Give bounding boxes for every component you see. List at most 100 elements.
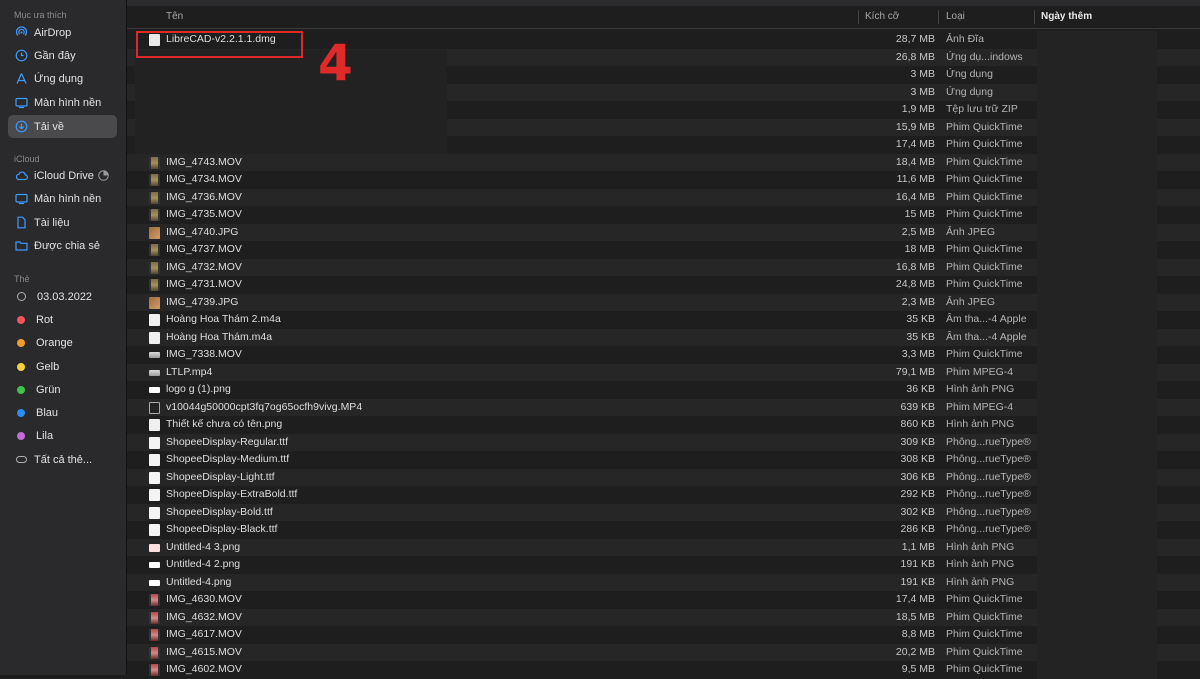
tag-item-03-03-2022[interactable]: 03.03.2022 — [8, 285, 117, 308]
file-size: 191 KB — [900, 558, 935, 570]
file-row[interactable]: ShopeeDisplay-Light.ttf 306 KB Phông...rue… — [127, 468, 1200, 486]
file-size: 17,4 MB — [895, 593, 935, 605]
tag-item-grun[interactable]: Grün — [8, 378, 117, 401]
file-row[interactable]: IMG_4632.MOV 18,5 MB Phim QuickTime — [127, 608, 1200, 626]
file-kind: Phim QuickTime — [946, 260, 1023, 273]
file-row[interactable]: IMG_4740.JPG 2,5 MB Ảnh JPEG — [127, 223, 1200, 241]
file-row[interactable]: ShopeeDisplay-Regular.ttf 309 KB Phông...r… — [127, 433, 1200, 451]
column-divider[interactable] — [938, 10, 939, 24]
file-video-icon — [149, 156, 160, 169]
sidebar-item-icloud-desktop[interactable]: Màn hình nền — [8, 187, 117, 210]
tag-item-all-tags[interactable]: Tất cả thẻ... — [8, 448, 117, 471]
file-size: 8,8 MB — [901, 628, 935, 640]
column-header-kind[interactable]: Loại — [946, 6, 965, 28]
airdrop-icon — [15, 26, 28, 39]
file-kind: Phim QuickTime — [946, 663, 1023, 675]
date-added-cell — [1037, 101, 1157, 119]
file-video2-icon — [149, 594, 160, 606]
tag-item-orange[interactable]: Orange — [8, 331, 117, 354]
tag-item-lila[interactable]: Lila — [8, 424, 117, 447]
file-size: 18,4 MB — [895, 155, 935, 168]
file-row[interactable]: IMG_4731.MOV 24,8 MB Phim QuickTime — [127, 276, 1200, 294]
file-row[interactable]: IMG_7338.MOV 3,3 MB Phim QuickTime — [127, 346, 1200, 364]
column-header-size[interactable]: Kích cỡ — [865, 6, 899, 28]
file-kind: Ảnh Đĩa — [946, 33, 984, 45]
file-row[interactable]: v10044g50000cpt3fq7og65ocfh9vivg.MP4 639 … — [127, 398, 1200, 416]
tag-label: Rot — [36, 313, 54, 326]
file-size: 1,9 MB — [901, 103, 935, 115]
file-row[interactable]: IMG_4602.MOV 9,5 MB Phim QuickTime — [127, 661, 1200, 679]
file-video-icon — [149, 279, 160, 291]
file-font-icon — [149, 454, 160, 466]
date-added-cell — [1037, 118, 1157, 136]
file-row[interactable]: Hoàng Hoa Thám 2.m4a 35 KB Âm tha...-4 App… — [127, 311, 1200, 329]
file-kind: Phim QuickTime — [946, 138, 1023, 150]
date-added-cell — [1037, 591, 1157, 609]
column-divider[interactable] — [1034, 10, 1035, 24]
file-row[interactable]: IMG_4737.MOV 18 MB Phim QuickTime — [127, 241, 1200, 259]
file-row[interactable]: Thiết kế chưa có tên.png 860 KB Hình ảnh P… — [127, 416, 1200, 434]
date-added-cell — [1037, 486, 1157, 504]
file-row[interactable]: IMG_4732.MOV 16,8 MB Phim QuickTime — [127, 258, 1200, 276]
file-name: IMG_4630.MOV — [166, 593, 242, 605]
tag-dot-icon — [17, 408, 25, 417]
file-row[interactable]: IMG_4617.MOV 8,8 MB Phim QuickTime — [127, 626, 1200, 644]
file-kind: Phim QuickTime — [946, 208, 1023, 220]
desktop-icon — [15, 192, 28, 205]
file-name: IMG_4735.MOV — [166, 208, 242, 220]
file-row[interactable]: IMG_4736.MOV 16,4 MB Phim QuickTime — [127, 188, 1200, 206]
file-kind: Phim QuickTime — [946, 348, 1023, 360]
file-kind: Phim MPEG-4 — [946, 365, 1014, 378]
sidebar-item-desktop[interactable]: Màn hình nền — [8, 91, 117, 114]
file-name: IMG_4736.MOV — [166, 190, 242, 203]
sidebar-item-documents[interactable]: Tài liệu — [8, 211, 117, 234]
file-row[interactable]: ShopeeDisplay-Bold.ttf 302 KB Phông...rueT… — [127, 503, 1200, 521]
file-name: ShopeeDisplay-Black.ttf — [166, 523, 278, 535]
tag-item-blau[interactable]: Blau — [8, 401, 117, 424]
column-header-name[interactable]: Tên — [166, 6, 183, 28]
file-kind: Phim QuickTime — [946, 155, 1023, 168]
sidebar-item-shared[interactable]: Được chia sẻ — [8, 234, 117, 257]
file-row[interactable]: IMG_4743.MOV 18,4 MB Phim QuickTime — [127, 153, 1200, 171]
file-name: ShopeeDisplay-ExtraBold.ttf — [166, 488, 298, 500]
file-png-icon — [149, 579, 160, 586]
file-row[interactable]: IMG_4630.MOV 17,4 MB Phim QuickTime — [127, 591, 1200, 609]
sidebar-item-downloads[interactable]: Tải về — [8, 115, 117, 138]
sidebar-item-airdrop[interactable]: AirDrop — [8, 21, 117, 44]
file-kind: Phim QuickTime — [946, 278, 1023, 290]
file-kind: Phim QuickTime — [946, 190, 1023, 203]
file-row[interactable]: LTLP.mp4 79,1 MB Phim MPEG-4 — [127, 363, 1200, 381]
file-row[interactable]: Untitled-4.png 191 KB Hình ảnh PNG — [127, 573, 1200, 591]
tag-dot-icon — [17, 315, 25, 324]
sidebar-item-applications[interactable]: Ứng dụng — [8, 67, 117, 90]
sidebar-item-label: Tải về — [34, 120, 64, 133]
tag-item-rot[interactable]: Rot — [8, 308, 117, 331]
file-row[interactable]: Untitled-4 2.png 191 KB Hình ảnh PNG — [127, 556, 1200, 574]
sidebar-item-icloud-drive[interactable]: iCloud Drive — [8, 164, 117, 187]
file-size: 26,8 MB — [895, 50, 935, 63]
column-header: Tên Kích cỡ Loại Ngày thêm — [127, 6, 1200, 29]
file-name: Hoàng Hoa Thám.m4a — [166, 330, 273, 343]
all-tags-icon — [15, 453, 28, 466]
file-kind: Hình ảnh PNG — [946, 418, 1015, 430]
file-row[interactable]: IMG_4739.JPG 2,3 MB Ảnh JPEG — [127, 293, 1200, 311]
file-name: IMG_4737.MOV — [166, 243, 242, 255]
file-name: IMG_4602.MOV — [166, 663, 242, 675]
file-row[interactable]: Hoàng Hoa Thám.m4a 35 KB Âm tha...-4 Apple — [127, 328, 1200, 346]
file-kind: Ứng dụng — [946, 68, 993, 80]
file-row[interactable]: IMG_4734.MOV 11,6 MB Phim QuickTime — [127, 171, 1200, 189]
column-header-date-added[interactable]: Ngày thêm — [1041, 6, 1092, 28]
column-divider[interactable] — [858, 10, 859, 24]
downloads-icon — [15, 120, 28, 133]
file-row[interactable]: ShopeeDisplay-Medium.ttf 308 KB Phông...ru… — [127, 451, 1200, 469]
sidebar-item-recents[interactable]: Gần đây — [8, 44, 117, 67]
file-row[interactable]: ShopeeDisplay-ExtraBold.ttf 292 KB Phông..… — [127, 486, 1200, 504]
file-row[interactable]: ShopeeDisplay-Black.ttf 286 KB Phông...rue… — [127, 521, 1200, 539]
file-audio-icon — [149, 419, 160, 431]
tag-item-gelb[interactable]: Gelb — [8, 355, 117, 378]
file-row[interactable]: logo g (1).png 36 KB Hình ảnh PNG — [127, 381, 1200, 399]
file-row[interactable]: IMG_4615.MOV 20,2 MB Phim QuickTime — [127, 643, 1200, 661]
file-row[interactable]: Untitled-4 3.png 1,1 MB Hình ảnh PNG — [127, 538, 1200, 556]
file-row[interactable]: IMG_4735.MOV 15 MB Phim QuickTime — [127, 206, 1200, 224]
file-name: v10044g50000cpt3fq7og65ocfh9vivg.MP4 — [166, 400, 363, 413]
